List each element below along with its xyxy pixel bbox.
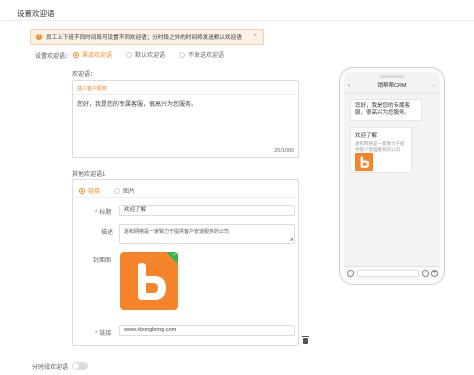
title-input[interactable]: 欢迎了解 — [119, 205, 295, 216]
title-label: * 标题 — [95, 207, 111, 216]
radio-label: 不发送欢迎语 — [188, 53, 225, 59]
other-divider — [73, 197, 298, 198]
radio-channel-welcome[interactable]: 渠道欢迎语 — [73, 50, 112, 59]
preview-card-title: 欢迎了解 — [355, 133, 378, 139]
logo-icon — [360, 156, 370, 168]
phone-preview: ‹ 销帮帮CRM ··· 您好，我是您的专属客服，很高兴为您服务。 欢迎了解 逐… — [339, 67, 445, 285]
cover-image[interactable]: ✓ — [120, 252, 178, 310]
radio-link[interactable]: 链接 — [79, 186, 100, 195]
radio-label: 默认欢迎语 — [135, 53, 166, 59]
welcome-divider — [73, 94, 298, 95]
radio-dot — [126, 51, 133, 58]
welcome-type-label: 设置欢迎语： — [35, 54, 72, 60]
cover-label: 封面图 — [93, 258, 112, 264]
required-mark: * — [95, 210, 98, 216]
welcome-type-radio-group: 渠道欢迎语 默认欢迎语 不发送欢迎语 — [73, 50, 224, 59]
close-icon[interactable]: × — [253, 33, 257, 39]
radio-default-welcome[interactable]: 默认欢迎语 — [126, 50, 165, 59]
link-label: * 链接 — [95, 328, 111, 337]
welcome-text: 您好，我是您的专属客服，很高兴为您服务。 — [77, 102, 198, 108]
other-welcome-panel: 链接 图片 * 标题 欢迎了解 描述 逐和网络是一家致力于提供客户管道服务的公司 … — [72, 179, 299, 346]
radio-image[interactable]: 图片 — [114, 186, 135, 195]
info-alert: ! 员工上下班不同时间段可设置不同欢迎语；分时段之外的时间将发送默认欢迎语 × — [30, 29, 264, 45]
logo-icon — [138, 263, 166, 300]
warning-icon: ! — [36, 34, 42, 40]
page-title: 设置欢迎语 — [17, 9, 55, 18]
link-label-text: 链接 — [99, 331, 112, 337]
required-mark: * — [95, 331, 98, 337]
chat-input-bar: + — [344, 266, 440, 280]
radio-dot — [73, 51, 79, 58]
emoji-icon — [422, 270, 429, 277]
chat-header-divider — [344, 93, 440, 94]
link-input[interactable]: www.xbongbong.com — [119, 325, 295, 336]
back-icon: ‹ — [348, 83, 350, 89]
char-counter: 20/1000 — [274, 148, 294, 154]
timeslot-label: 分时段欢迎语 — [32, 365, 69, 371]
welcome-textarea[interactable]: 插入客户昵称 您好，我是您的专属客服，很高兴为您服务。 20/1000 — [72, 80, 299, 158]
title-label-text: 标题 — [99, 210, 112, 216]
desc-label: 描述 — [101, 230, 114, 236]
other-welcome-label: 其他欢迎语1 — [72, 172, 106, 178]
radio-label: 图片 — [123, 189, 136, 195]
preview-card-desc: 逐和网络是一家致力于提 供客户管理服务的公司 — [355, 141, 405, 152]
chat-header: ‹ 销帮帮CRM ··· — [344, 80, 440, 93]
preview-welcome-bubble: 您好，我是您的专属客服，很高兴为您服务。 — [350, 99, 422, 121]
desc-text: 逐和网络是一家致力于提供客户管道服务的公司 — [124, 229, 230, 235]
resize-handle-icon[interactable]: ◢ — [289, 236, 293, 242]
voice-icon — [347, 270, 354, 277]
timeslot-toggle[interactable] — [72, 362, 88, 370]
desc-textarea[interactable]: 逐和网络是一家致力于提供客户管道服务的公司 ◢ — [119, 224, 295, 244]
insert-nickname-button[interactable]: 插入客户昵称 — [77, 85, 107, 92]
preview-link-card: 欢迎了解 逐和网络是一家致力于提 供客户管理服务的公司 — [350, 127, 412, 173]
header-divider — [0, 20, 474, 21]
preview-card-thumbnail — [355, 153, 373, 171]
radio-label: 渠道欢迎语 — [82, 53, 113, 59]
chat-title: 销帮帮CRM — [377, 83, 407, 89]
radio-label: 链接 — [88, 189, 101, 195]
trash-icon[interactable] — [302, 336, 309, 344]
welcome-label: 欢迎语： — [72, 72, 97, 78]
attachment-type-radio-group: 链接 图片 — [79, 186, 135, 195]
chat-input-field — [357, 270, 419, 277]
more-icon: ··· — [430, 83, 436, 89]
radio-no-welcome[interactable]: 不发送欢迎语 — [179, 50, 224, 59]
phone-notch — [380, 75, 404, 78]
radio-dot — [114, 187, 121, 194]
radio-dot — [79, 187, 85, 194]
radio-dot — [179, 51, 186, 58]
plus-icon: + — [431, 270, 438, 277]
phone-screen: ‹ 销帮帮CRM ··· 您好，我是您的专属客服，很高兴为您服务。 欢迎了解 逐… — [344, 72, 440, 280]
alert-message: 员工上下班不同时间段可设置不同欢迎语；分时段之外的时间将发送默认欢迎语 — [46, 35, 242, 41]
